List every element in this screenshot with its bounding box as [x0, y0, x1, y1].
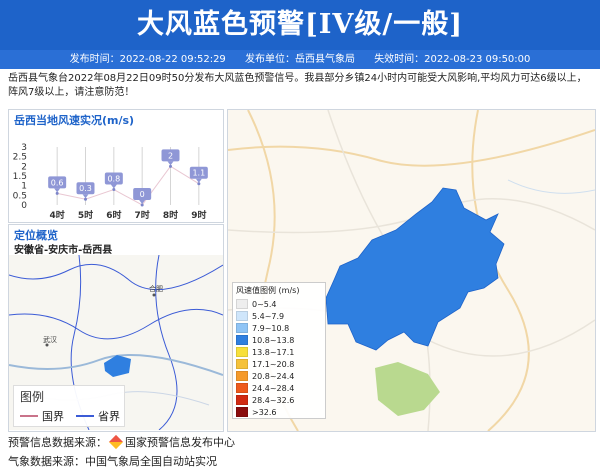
publisher: 发布单位：岳西县气象局 — [245, 54, 355, 65]
warning-title: 大风蓝色预警[IV级/一般] — [137, 9, 463, 40]
map-legend: 图例 国界 省界 — [13, 385, 125, 427]
data-label-pointer — [82, 194, 89, 199]
legend-swatch — [236, 407, 248, 417]
y-tick-label: 0.5 — [13, 191, 27, 201]
wind-legend-title: 风速值图例 (m/s) — [236, 286, 300, 295]
data-label-text: 0.6 — [51, 178, 64, 187]
map-label-wuhan: 武汉 — [43, 335, 57, 344]
legend-label: 13.8~17.1 — [252, 347, 295, 357]
legend-label: 7.9~10.8 — [252, 323, 290, 333]
x-tick-label: 4时 — [50, 209, 65, 221]
warning-source: 预警信息数据来源： 国家预警信息发布中心 — [8, 434, 235, 450]
legend-swatch — [236, 335, 248, 345]
legend-province-border: 省界 — [76, 408, 120, 424]
legend-swatch — [236, 395, 248, 405]
map-label-hefei: 合肥 — [149, 284, 163, 293]
x-tick-label: 8时 — [163, 209, 178, 221]
warning-description: 岳西县气象台2022年08月22日09时50分发布大风蓝色预警信号。我县部分乡镇… — [8, 73, 587, 98]
expire-time: 失效时间：2022-08-23 09:50:00 — [374, 54, 531, 65]
legend-swatch — [236, 311, 248, 321]
y-tick-label: 1.5 — [13, 172, 27, 182]
x-tick-label: 7时 — [135, 209, 150, 221]
legend-label: 10.8~13.8 — [252, 335, 295, 345]
data-label-text: 0 — [140, 190, 145, 199]
x-tick-label: 6时 — [106, 209, 121, 221]
legend-item: 5.4~7.9 — [233, 310, 325, 322]
legend-item: 7.9~10.8 — [233, 322, 325, 334]
legend-label: 24.4~28.4 — [252, 383, 295, 393]
x-tick-label: 5时 — [78, 209, 93, 221]
release-center-logo-icon — [108, 434, 124, 450]
data-label: 2 — [161, 149, 180, 166]
legend-item: 10.8~13.8 — [233, 334, 325, 346]
legend-swatch — [236, 359, 248, 369]
data-label-pointer — [54, 188, 61, 193]
wind-speed-panel: 岳西当地风速实况(m/s) 0 0.5 1 1.5 2 2.5 3 4时 5时 6时 7时 8时 9时 0… — [8, 109, 224, 223]
data-label-text: 2 — [168, 151, 173, 160]
legend-swatch — [236, 347, 248, 357]
legend-item: 0~5.4 — [233, 298, 325, 310]
data-label-text: 0.8 — [107, 175, 120, 184]
legend-swatch — [236, 371, 248, 381]
legend-item: 24.4~28.4 — [233, 382, 325, 394]
data-label-pointer — [110, 184, 117, 189]
x-tick-label: 9时 — [191, 209, 206, 221]
wind-speed-chart: 00.511.522.534时 5时 6时 7时 8时 9时0.60.30.8021.1 — [13, 143, 208, 221]
legend-item: 13.8~17.1 — [233, 346, 325, 358]
y-tick-label: 1 — [21, 182, 27, 192]
warning-meta-bar: 发布时间：2022-08-22 09:52:29 发布单位：岳西县气象局 失效时… — [0, 50, 600, 69]
legend-label: 0~5.4 — [252, 299, 277, 309]
data-label-pointer — [167, 161, 174, 166]
data-label-text: 0.3 — [79, 184, 92, 193]
legend-item: 28.4~32.6 — [233, 394, 325, 406]
warning-header: 大风蓝色预警[IV级/一般] — [0, 0, 600, 50]
y-tick-label: 3 — [21, 143, 27, 153]
wind-speed-legend: 风速值图例 (m/s) 0~5.4 5.4~7.9 7.9~10.8 10.8~13.… — [232, 282, 326, 419]
y-tick-label: 2 — [21, 162, 27, 172]
y-tick-label: 0 — [21, 201, 27, 211]
location-path: 安徽省-安庆市-岳西县 — [14, 245, 113, 256]
location-panel: 定位概览 安徽省-安庆市-岳西县 合肥 武汉 图例 国界 省界 — [8, 224, 224, 432]
legend-item: 20.8~24.4 — [233, 370, 325, 382]
legend-country-border: 国界 — [20, 408, 64, 424]
legend-label: 28.4~32.6 — [252, 395, 295, 405]
data-label: 0.6 — [48, 176, 67, 193]
legend-label: 17.1~20.8 — [252, 359, 295, 369]
data-label: 0.8 — [104, 172, 123, 189]
legend-swatch — [236, 383, 248, 393]
data-label: 0.3 — [76, 182, 95, 199]
legend-label: >32.6 — [252, 407, 277, 417]
legend-item: >32.6 — [233, 406, 325, 418]
weather-source: 气象数据来源：中国气象局全国自动站实况 — [8, 455, 217, 468]
y-tick-label: 2.5 — [13, 153, 27, 163]
legend-swatch — [236, 323, 248, 333]
legend-label: 5.4~7.9 — [252, 311, 285, 321]
data-label-text: 1.1 — [192, 169, 205, 178]
legend-item: 17.1~20.8 — [233, 358, 325, 370]
legend-label: 20.8~24.4 — [252, 371, 295, 381]
legend-swatch — [236, 299, 248, 309]
publish-time: 发布时间：2022-08-22 09:52:29 — [69, 54, 226, 65]
map-legend-title: 图例 — [20, 390, 45, 404]
